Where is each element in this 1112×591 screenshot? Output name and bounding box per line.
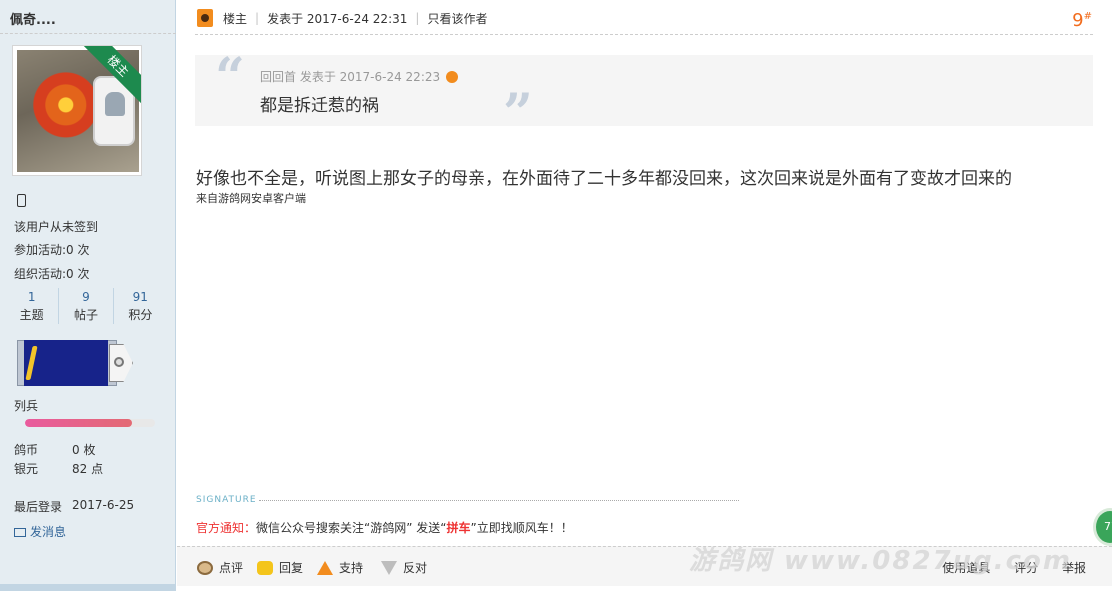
- rank-progress-bar: [25, 419, 155, 427]
- username[interactable]: 佩奇....: [10, 9, 56, 28]
- stat-points[interactable]: 91 积分: [114, 288, 167, 324]
- stat-label: 帖子: [73, 308, 98, 322]
- owner-label: 楼主: [223, 11, 248, 26]
- last-login-value: 2017-6-25: [72, 498, 135, 512]
- coins-value: 0 枚: [72, 443, 96, 457]
- stat-posts[interactable]: 9 帖子: [59, 288, 114, 324]
- rank-insignia-icon: [17, 340, 133, 386]
- support-button[interactable]: 支持: [317, 559, 363, 576]
- rank-name: 列兵: [14, 399, 39, 413]
- post-main: 楼主 | 发表于 2017-6-24 22:31 | 只看该作者 9# “ 回回…: [177, 0, 1112, 591]
- divider: [0, 33, 176, 34]
- reply-label: 回复: [279, 561, 304, 575]
- post-header: 楼主 | 发表于 2017-6-24 22:31 | 只看该作者: [197, 8, 487, 28]
- send-message-label: 发消息: [30, 525, 67, 539]
- reply-icon: [257, 560, 273, 575]
- envelope-icon: [14, 528, 26, 537]
- mobile-icon: [17, 194, 26, 207]
- signature-label: SIGNATURE: [196, 495, 257, 505]
- user-stats: 1 主题 9 帖子 91 积分: [5, 288, 167, 324]
- stat-value: 91: [132, 290, 148, 304]
- post-time: 发表于 2017-6-24 22:31: [267, 11, 408, 26]
- stat-label: 主题: [19, 308, 44, 322]
- stat-value: 1: [27, 290, 36, 304]
- send-message-link[interactable]: 发消息: [14, 523, 66, 540]
- owner-icon: [197, 9, 213, 27]
- activity-join: 参加活动:0 次: [14, 243, 90, 257]
- comment-icon: [197, 560, 213, 575]
- open-quote-icon: “: [215, 47, 245, 108]
- notice-keyword: 拼车: [446, 521, 471, 535]
- jump-back-icon[interactable]: [446, 71, 459, 83]
- coins-label: 鸽币: [14, 443, 39, 457]
- floor-number[interactable]: 9#: [1072, 10, 1092, 31]
- oppose-button[interactable]: 反对: [381, 559, 427, 576]
- silver-value: 82 点: [72, 462, 104, 476]
- quote-meta: 回回首 发表于 2017-6-24 22:23: [260, 68, 459, 85]
- only-author-link[interactable]: 只看该作者: [427, 10, 487, 27]
- floor-mark: #: [1083, 11, 1092, 22]
- sidebar-bottom-bar: [0, 584, 176, 591]
- last-login-row: 最后登录 2017-6-25: [14, 498, 134, 515]
- oppose-label: 反对: [403, 561, 428, 575]
- thumbs-down-arrow-icon: [381, 560, 397, 575]
- notice-text: 微信公众号搜索关注“游鸽网” 发送“: [256, 521, 447, 535]
- thumbs-up-arrow-icon: [317, 560, 333, 575]
- comment-button[interactable]: 点评: [197, 559, 243, 576]
- quote-text: 都是拆迁惹的祸: [260, 96, 379, 116]
- close-quote-icon: ”: [503, 83, 533, 144]
- post-body: 好像也不全是，听说图上那女子的母亲，在外面待了二十多年都没回来，这次回来说是外面…: [196, 169, 1012, 189]
- avatar[interactable]: 楼主: [12, 45, 142, 176]
- notice-end: ”立即找顺风车！！: [470, 521, 573, 535]
- separator: |: [415, 11, 420, 25]
- activity-organize: 组织活动:0 次: [14, 267, 90, 281]
- rank-progress-fill: [25, 419, 132, 427]
- separator: |: [255, 11, 260, 25]
- silver-label: 银元: [14, 462, 39, 476]
- header-divider: [195, 34, 1093, 35]
- stat-threads[interactable]: 1 主题: [5, 288, 60, 324]
- silver-row: 银元 82 点: [14, 460, 103, 477]
- site-watermark: 游鸽网 www.0827ug.com: [688, 546, 1072, 576]
- notice-prefix: 官方通知：: [196, 521, 257, 535]
- user-sidebar: 佩奇.... 楼主 该用户从未签到 参加活动:0 次 组织活动:0 次 1 主题…: [0, 0, 176, 591]
- stat-value: 9: [82, 290, 90, 304]
- post-source: 来自游鸽网安卓客户端: [196, 192, 306, 205]
- sign-status: 该用户从未签到: [14, 220, 99, 234]
- comment-label: 点评: [219, 561, 244, 575]
- quote-meta-text: 回回首 发表于 2017-6-24 22:23: [260, 70, 441, 84]
- official-notice: 官方通知：微信公众号搜索关注“游鸽网” 发送“拼车”立即找顺风车！！: [196, 519, 573, 536]
- coins-row: 鸽币 0 枚: [14, 441, 95, 458]
- signature-divider: [259, 500, 739, 501]
- floor-value: 9: [1072, 10, 1084, 31]
- stat-label: 积分: [128, 308, 153, 322]
- last-login-label: 最后登录: [14, 500, 63, 514]
- reply-button[interactable]: 回复: [257, 559, 303, 576]
- support-label: 支持: [339, 561, 364, 575]
- quote-block: “ 回回首 发表于 2017-6-24 22:23 都是拆迁惹的祸 ”: [195, 47, 1093, 144]
